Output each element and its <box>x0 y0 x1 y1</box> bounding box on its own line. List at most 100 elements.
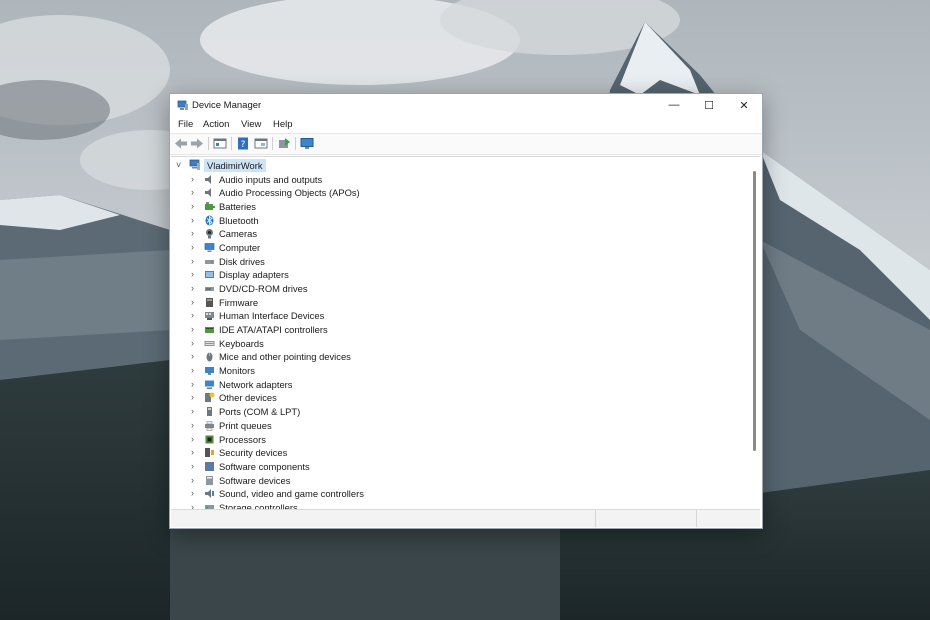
tree-category-row[interactable]: › Bluetooth <box>171 214 571 227</box>
tree-category-row[interactable]: › Software components <box>171 460 571 473</box>
tree-category-row[interactable]: › DVD/CD-ROM drives <box>171 282 571 295</box>
vertical-scrollbar[interactable] <box>753 171 756 451</box>
expand-chevron-icon[interactable]: › <box>191 269 199 279</box>
expand-chevron-icon[interactable]: › <box>191 420 199 430</box>
expand-chevron-icon[interactable]: › <box>191 310 199 320</box>
menu-file[interactable]: File <box>178 119 193 130</box>
tree-category-row[interactable]: › Display adapters <box>171 268 571 281</box>
maximize-button[interactable]: ☐ <box>692 94 726 116</box>
tree-category-row[interactable]: › Audio Processing Objects (APOs) <box>171 186 571 199</box>
tree-category-label[interactable]: Bluetooth <box>219 215 259 226</box>
tree-category-row[interactable]: › Disk drives <box>171 255 571 268</box>
tree-category-row[interactable]: › Other devices <box>171 391 571 404</box>
tree-category-row[interactable]: › Audio inputs and outputs <box>171 173 571 186</box>
expand-chevron-icon[interactable]: › <box>191 228 199 238</box>
forward-arrow-icon[interactable] <box>190 137 204 150</box>
expand-chevron-icon[interactable]: › <box>191 338 199 348</box>
expand-chevron-icon[interactable]: › <box>191 283 199 293</box>
tree-category-row[interactable]: › Processors <box>171 433 571 446</box>
tree-root-row[interactable]: ˅ VladimirWork <box>171 159 571 172</box>
expand-chevron-icon[interactable]: › <box>191 434 199 444</box>
tree-category-row[interactable]: › Monitors <box>171 364 571 377</box>
title-bar[interactable]: Device Manager — ☐ ✕ <box>170 94 762 116</box>
expand-chevron-icon[interactable]: › <box>191 201 199 211</box>
tree-category-row[interactable]: › Computer <box>171 241 571 254</box>
tree-category-label[interactable]: Keyboards <box>219 338 264 349</box>
expand-chevron-icon[interactable]: › <box>191 365 199 375</box>
expand-chevron-icon[interactable]: › <box>191 324 199 334</box>
tree-category-label[interactable]: Storage controllers <box>219 502 298 509</box>
tree-category-label[interactable]: DVD/CD-ROM drives <box>219 283 308 294</box>
tree-category-row[interactable]: › Cameras <box>171 227 571 240</box>
expand-chevron-icon[interactable]: › <box>191 187 199 197</box>
tree-category-row[interactable]: › Print queues <box>171 419 571 432</box>
toolbar-separator <box>231 137 232 150</box>
expand-chevron-icon[interactable]: › <box>191 406 199 416</box>
tree-category-row[interactable]: › Mice and other pointing devices <box>171 350 571 363</box>
menu-view[interactable]: View <box>241 119 261 130</box>
expand-chevron-icon[interactable]: › <box>191 475 199 485</box>
tree-category-row[interactable]: › Software devices <box>171 474 571 487</box>
expand-chevron-icon[interactable]: › <box>191 256 199 266</box>
tree-category-label[interactable]: Processors <box>219 434 266 445</box>
tree-category-row[interactable]: › Human Interface Devices <box>171 309 571 322</box>
tree-category-label[interactable]: Network adapters <box>219 379 292 390</box>
speaker-icon <box>205 188 211 198</box>
tree-category-label[interactable]: Cameras <box>219 228 257 239</box>
tree-category-row[interactable]: › Network adapters <box>171 378 571 391</box>
tree-category-label[interactable]: IDE ATA/ATAPI controllers <box>219 324 328 335</box>
tree-category-row[interactable]: › Batteries <box>171 200 571 213</box>
tree-root-label[interactable]: VladimirWork <box>204 159 266 172</box>
tree-category-label[interactable]: Mice and other pointing devices <box>219 351 351 362</box>
expand-chevron-icon[interactable]: › <box>191 488 199 498</box>
expand-chevron-icon[interactable]: › <box>191 379 199 389</box>
tree-category-label[interactable]: Ports (COM & LPT) <box>219 406 300 417</box>
expand-chevron-icon[interactable]: › <box>191 351 199 361</box>
battery-icon <box>205 201 215 210</box>
expand-chevron-icon[interactable]: › <box>191 215 199 225</box>
expand-chevron-icon[interactable]: › <box>191 447 199 457</box>
tree-category-label[interactable]: Software devices <box>219 475 290 486</box>
properties-view-icon[interactable] <box>213 137 227 150</box>
device-tree[interactable]: ˅ VladimirWork › Audio inputs and outputs… <box>171 156 760 509</box>
camera-icon <box>206 229 213 239</box>
tree-category-label[interactable]: Print queues <box>219 420 272 431</box>
close-button[interactable]: ✕ <box>727 94 761 116</box>
tree-category-label[interactable]: Security devices <box>219 447 287 458</box>
tree-category-row[interactable]: › Ports (COM & LPT) <box>171 405 571 418</box>
tree-category-label[interactable]: Computer <box>219 242 260 253</box>
tree-category-label[interactable]: Sound, video and game controllers <box>219 488 364 499</box>
tree-category-label[interactable]: Human Interface Devices <box>219 310 324 321</box>
tree-category-row[interactable]: › Storage controllers <box>171 501 571 509</box>
tree-category-row[interactable]: › IDE ATA/ATAPI controllers <box>171 323 571 336</box>
scan-hardware-icon[interactable] <box>300 137 314 150</box>
tree-category-label[interactable]: Display adapters <box>219 269 289 280</box>
mouse-icon <box>206 352 213 362</box>
tree-category-row[interactable]: › Keyboards <box>171 337 571 350</box>
tree-category-label[interactable]: Software components <box>219 461 310 472</box>
tree-category-row[interactable]: › Security devices <box>171 446 571 459</box>
help-icon[interactable]: ? <box>236 137 250 150</box>
expand-chevron-icon[interactable]: › <box>191 242 199 252</box>
tree-category-label[interactable]: Firmware <box>219 297 258 308</box>
expand-chevron-icon[interactable]: › <box>191 461 199 471</box>
menu-help[interactable]: Help <box>273 119 293 130</box>
expand-chevron-icon[interactable]: › <box>191 297 199 307</box>
minimize-button[interactable]: — <box>657 94 691 116</box>
update-driver-icon[interactable] <box>277 137 291 150</box>
expand-chevron-icon[interactable]: › <box>191 392 199 402</box>
tree-category-label[interactable]: Monitors <box>219 365 255 376</box>
expand-chevron-icon[interactable]: › <box>191 174 199 184</box>
tree-category-row[interactable]: › Firmware <box>171 296 571 309</box>
collapse-chevron-icon[interactable]: ˅ <box>176 160 181 170</box>
tree-category-label[interactable]: Disk drives <box>219 256 265 267</box>
tree-category-label[interactable]: Audio inputs and outputs <box>219 174 322 185</box>
back-arrow-icon[interactable] <box>174 137 188 150</box>
tree-category-label[interactable]: Batteries <box>219 201 256 212</box>
tree-category-label[interactable]: Other devices <box>219 392 277 403</box>
tree-category-label[interactable]: Audio Processing Objects (APOs) <box>219 187 360 198</box>
show-hidden-icon[interactable] <box>254 137 268 150</box>
tree-category-row[interactable]: › Sound, video and game controllers <box>171 487 571 500</box>
expand-chevron-icon[interactable]: › <box>191 502 199 509</box>
menu-action[interactable]: Action <box>203 119 229 130</box>
